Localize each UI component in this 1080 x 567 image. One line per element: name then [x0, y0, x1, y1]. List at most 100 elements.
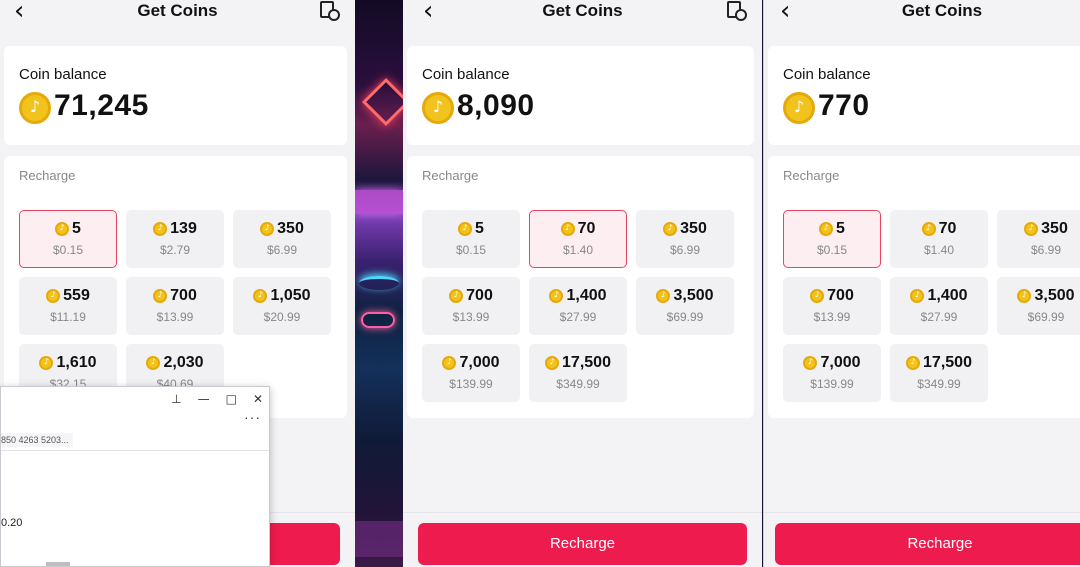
page-title: Get Coins — [901, 1, 983, 20]
package-amount: 5 — [458, 220, 484, 238]
package-amount-text: 700 — [827, 287, 854, 304]
coin-package-option[interactable]: 17,500 $349.99 — [529, 344, 627, 402]
package-amount-text: 139 — [170, 220, 197, 237]
coin-icon — [803, 356, 818, 370]
recharge-button[interactable]: Recharge — [775, 523, 1080, 565]
minimize-icon[interactable]: — — [198, 392, 210, 406]
page-title: Get Coins — [137, 1, 218, 20]
coin-icon — [422, 92, 454, 124]
package-amount-text: 350 — [277, 220, 304, 237]
package-amount: 1,050 — [253, 287, 311, 305]
coin-icon — [906, 356, 921, 370]
coin-icon — [19, 92, 51, 124]
get-coins-screen-3: ‹ Get Coins Coin balance 770 Recharge 5 $… — [763, 0, 1080, 567]
coin-package-option[interactable]: 700 $13.99 — [783, 277, 881, 335]
package-price: $69.99 — [1027, 310, 1065, 324]
recharge-button[interactable]: Recharge — [418, 523, 747, 565]
coin-icon — [549, 289, 564, 303]
package-amount-text: 559 — [63, 287, 90, 304]
package-price: $13.99 — [452, 310, 490, 324]
package-amount-text: 2,030 — [163, 354, 204, 371]
coin-icon — [545, 356, 560, 370]
window-amount-text: 0.20 — [1, 517, 23, 529]
close-icon[interactable]: ✕ — [253, 392, 263, 406]
package-price: $1.40 — [562, 243, 594, 257]
coin-package-option[interactable]: 700 $13.99 — [422, 277, 520, 335]
more-options-icon[interactable]: ··· — [244, 409, 261, 425]
coin-icon — [458, 222, 473, 236]
coin-package-option[interactable]: 3,500 $69.99 — [997, 277, 1080, 335]
pin-icon[interactable]: ⊥ — [171, 392, 181, 406]
package-amount: 17,500 — [906, 354, 972, 372]
coin-package-option[interactable]: 700 $13.99 — [126, 277, 224, 335]
floating-window: ⊥ — □ ✕ ··· 850 4263 5203... 0.20 — [0, 386, 270, 567]
package-price: $20.99 — [263, 310, 301, 324]
coin-icon — [153, 289, 168, 303]
package-amount-text: 5 — [72, 220, 81, 237]
package-amount: 1,610 — [39, 354, 97, 372]
neon-ring-sign — [361, 312, 395, 328]
coin-icon — [910, 289, 925, 303]
header: ‹ Get Coins — [764, 0, 1080, 36]
coin-package-option[interactable]: 5 $0.15 — [19, 210, 117, 268]
coin-icon — [146, 356, 161, 370]
coin-package-option[interactable]: 1,400 $27.99 — [890, 277, 988, 335]
package-amount-text: 70 — [938, 220, 957, 237]
coin-package-option[interactable]: 5 $0.15 — [783, 210, 881, 268]
neon-bar-shape — [355, 190, 403, 214]
coin-package-option[interactable]: 1,050 $20.99 — [233, 277, 331, 335]
get-coins-screen-2: ‹ Get Coins Coin balance 8,090 Recharge … — [403, 0, 762, 567]
package-amount: 5 — [819, 220, 845, 238]
package-amount-text: 700 — [466, 287, 493, 304]
coin-package-option[interactable]: 350 $6.99 — [997, 210, 1080, 268]
coin-icon — [560, 222, 575, 236]
coin-icon — [921, 222, 936, 236]
coin-balance-card: Coin balance 71,245 — [4, 46, 347, 145]
coin-package-option[interactable]: 5 $0.15 — [422, 210, 520, 268]
package-amount: 559 — [46, 287, 90, 305]
coin-package-option[interactable]: 3,500 $69.99 — [636, 277, 734, 335]
header: ‹ Get Coins — [0, 0, 355, 36]
package-amount-text: 7,000 — [820, 354, 861, 371]
package-price: $349.99 — [917, 377, 961, 391]
recharge-label: Recharge — [783, 168, 840, 183]
package-price: $6.99 — [669, 243, 701, 257]
coin-package-option[interactable]: 7,000 $139.99 — [422, 344, 520, 402]
package-amount-text: 3,500 — [1034, 287, 1075, 304]
coin-package-option[interactable]: 1,400 $27.99 — [529, 277, 627, 335]
package-price: $6.99 — [1030, 243, 1062, 257]
coin-icon — [656, 289, 671, 303]
package-amount: 3,500 — [1017, 287, 1075, 305]
package-amount-text: 1,610 — [56, 354, 97, 371]
package-price: $13.99 — [156, 310, 194, 324]
coin-package-option[interactable]: 7,000 $139.99 — [783, 344, 881, 402]
package-price: $27.99 — [920, 310, 958, 324]
coin-icon — [810, 289, 825, 303]
coin-package-option[interactable]: 139 $2.79 — [126, 210, 224, 268]
coin-package-option[interactable]: 17,500 $349.99 — [890, 344, 988, 402]
coin-balance-card: Coin balance 8,090 — [407, 46, 754, 145]
coin-package-grid: 5 $0.15 139 $2.79 350 $6.99 559 $11.19 700 $13.99… — [19, 210, 331, 402]
package-price: $2.79 — [159, 243, 191, 257]
coin-package-option[interactable]: 70 $1.40 — [890, 210, 988, 268]
package-amount: 3,500 — [656, 287, 714, 305]
package-price: $27.99 — [559, 310, 597, 324]
coin-package-option[interactable]: 559 $11.19 — [19, 277, 117, 335]
history-icon[interactable] — [318, 0, 340, 22]
maximize-icon[interactable]: □ — [226, 392, 237, 406]
coin-icon — [663, 222, 678, 236]
scroll-handle[interactable] — [46, 562, 70, 566]
package-amount: 700 — [449, 287, 493, 305]
history-icon[interactable] — [725, 0, 747, 22]
header: ‹ Get Coins — [403, 0, 762, 36]
coin-icon — [783, 92, 815, 124]
coin-package-option[interactable]: 70 $1.40 — [529, 210, 627, 268]
coin-package-grid: 5 $0.15 70 $1.40 350 $6.99 700 $13.99 1,400 $27.9… — [783, 210, 1080, 402]
package-amount-text: 1,400 — [566, 287, 607, 304]
coin-package-option[interactable]: 350 $6.99 — [636, 210, 734, 268]
coin-package-option[interactable]: 350 $6.99 — [233, 210, 331, 268]
package-amount: 17,500 — [545, 354, 611, 372]
coin-balance-value: 8,090 — [457, 89, 535, 122]
coin-icon — [260, 222, 275, 236]
package-amount-text: 3,500 — [673, 287, 714, 304]
